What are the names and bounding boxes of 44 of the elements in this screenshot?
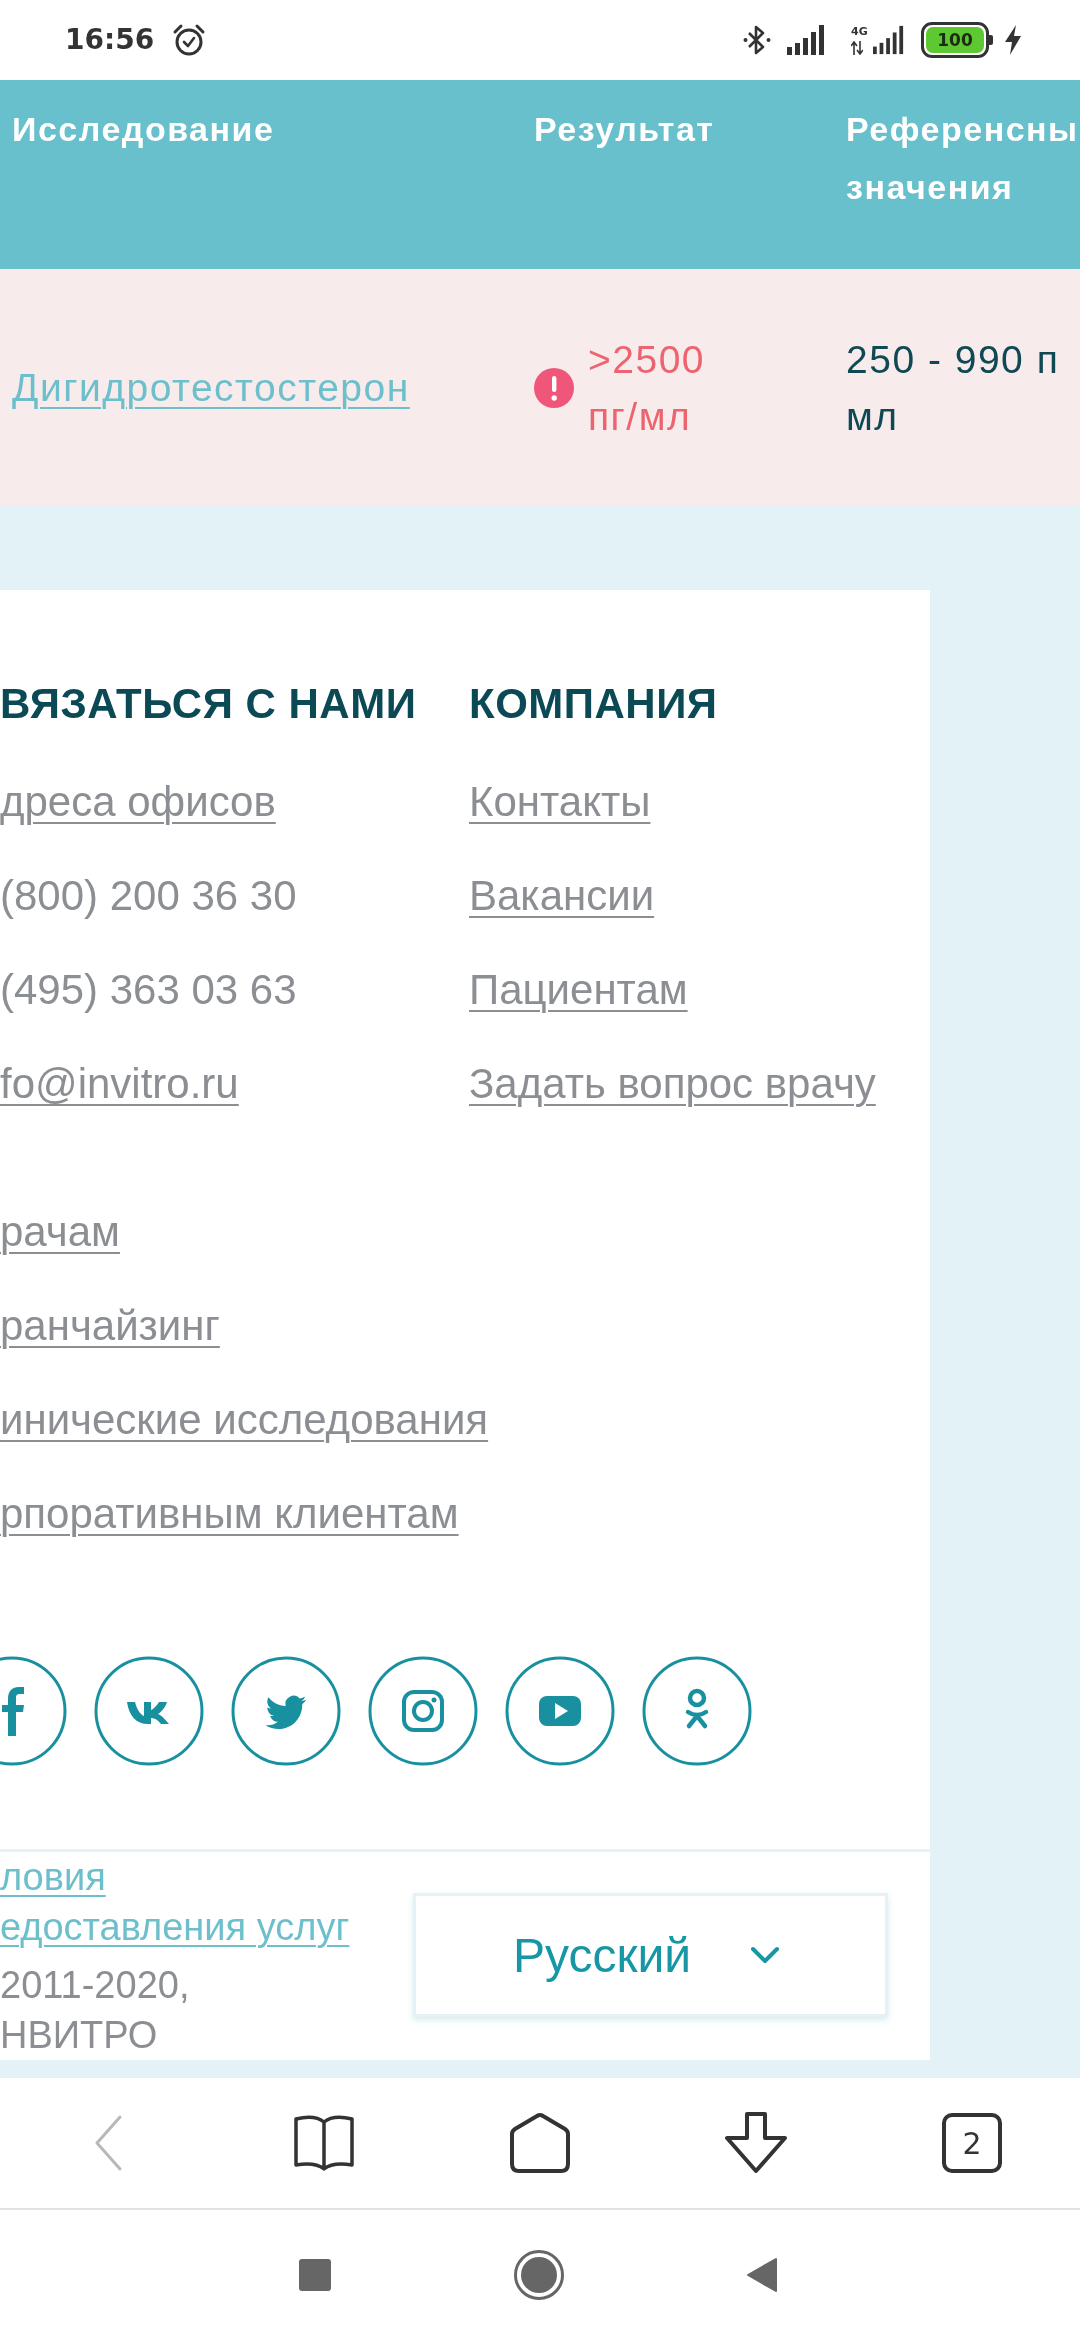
network-type: 4G (851, 25, 868, 38)
home-icon[interactable] (509, 2112, 571, 2174)
footer-link[interactable]: дреса офисов (0, 772, 276, 832)
footer-link[interactable]: инические исследования (0, 1390, 489, 1450)
back-triangle-icon[interactable] (746, 2257, 778, 2293)
instagram-icon[interactable] (368, 1656, 478, 1766)
section-heading: ВЯЗАТЬСЯ С НАМИ (0, 679, 417, 729)
column-header: Исследование (12, 109, 276, 150)
footer-link[interactable]: ранчайзинг (0, 1296, 220, 1356)
result-value: >2500 пг/мл (588, 336, 707, 440)
vk-icon[interactable] (94, 1656, 204, 1766)
status-time: 16:56 (65, 23, 155, 57)
bluetooth-icon (743, 24, 771, 56)
footer-link[interactable]: рпоративным клиентам (0, 1484, 459, 1544)
battery-percent: 100 (926, 27, 984, 53)
copyright-text: 2011-2020, НВИТРО (0, 1963, 190, 2058)
reference-range: 250 - 990 п мл (846, 336, 1060, 440)
tabs-button[interactable]: 2 (942, 2113, 1002, 2173)
signal-icon (873, 25, 905, 55)
phone-number: (800) 200 36 30 (0, 871, 297, 921)
column-header: Референсны значения (846, 109, 1080, 208)
footer-link[interactable]: Контакты (469, 772, 651, 832)
data-arrows-icon (851, 41, 863, 55)
twitter-icon[interactable] (231, 1656, 341, 1766)
footer-link[interactable]: Задать вопрос врачу (469, 1054, 876, 1114)
phone-number: (495) 363 03 63 (0, 965, 297, 1015)
footer-link[interactable]: рачам (0, 1202, 120, 1262)
footer-link[interactable]: Вакансии (469, 866, 655, 926)
terms-link[interactable]: ловия едоставления услуг (0, 1852, 350, 1952)
facebook-icon[interactable] (0, 1656, 67, 1766)
alarm-clock-icon (172, 23, 207, 57)
download-icon[interactable] (722, 2111, 790, 2175)
language-select[interactable]: Русский (413, 1893, 888, 2017)
youtube-icon[interactable] (505, 1656, 615, 1766)
book-icon[interactable] (293, 2114, 355, 2172)
footer-link[interactable]: Пациентам (469, 960, 688, 1020)
home-button-icon[interactable] (514, 2250, 564, 2300)
chevron-down-icon (749, 1945, 782, 1965)
test-name-link[interactable]: Дигидротестостерон (12, 359, 410, 416)
column-header: Результат (534, 109, 716, 150)
section-heading: КОМПАНИЯ (469, 679, 718, 729)
odnoklassniki-icon[interactable] (642, 1656, 752, 1766)
footer-link[interactable]: fo@invitro.ru (0, 1054, 239, 1114)
signal-icon (787, 25, 827, 55)
